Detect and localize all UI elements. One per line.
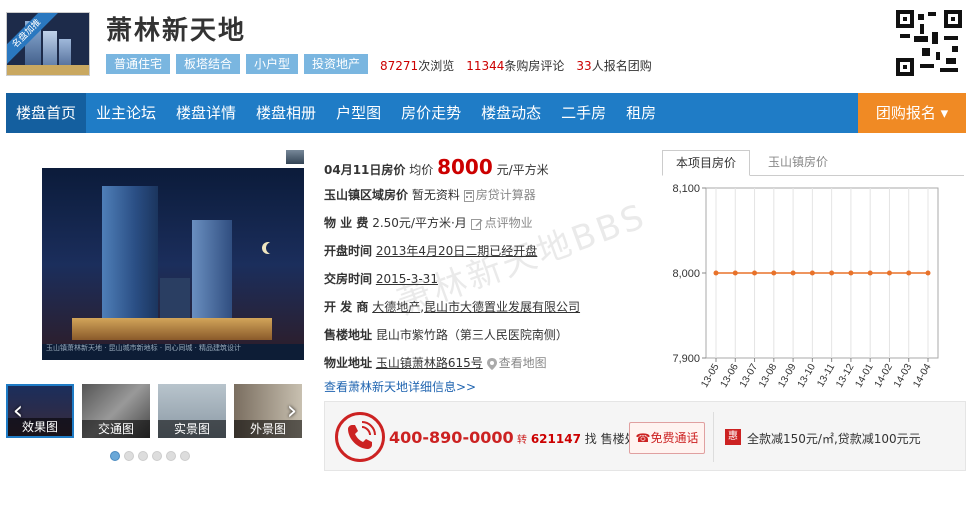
stats-bar: 87271次浏览 11344条购房评论 33人报名团购 — [380, 57, 652, 74]
data-point — [752, 270, 758, 276]
carousel-dots — [110, 451, 190, 461]
data-point — [732, 270, 738, 276]
tower — [102, 186, 158, 336]
data-point — [771, 270, 777, 276]
nav-item-price-trend[interactable]: 房价走势 — [391, 93, 471, 133]
property-address-row: 物业地址 玉山镇萧林路615号 查看地图 — [324, 356, 547, 370]
area-price-row: 玉山镇区域房价 暂无资料 房贷计算器 — [324, 188, 536, 202]
data-point — [713, 270, 719, 276]
page-title: 萧林新天地 — [106, 16, 247, 46]
nav-item-forum[interactable]: 业主论坛 — [86, 93, 166, 133]
logo-ground — [7, 65, 89, 75]
chevron-left-icon[interactable]: ‹ — [8, 398, 28, 424]
data-point — [906, 270, 912, 276]
nav-item-home[interactable]: 楼盘首页 — [6, 93, 87, 133]
moon-icon — [266, 242, 278, 254]
carousel-dot[interactable] — [110, 451, 120, 461]
sales-address-row: 售楼地址 昆山市紫竹路（第三人民医院南侧） — [324, 328, 568, 342]
edit-icon — [470, 218, 483, 230]
views-stat: 87271次浏览 — [380, 59, 455, 73]
tag[interactable]: 小户型 — [246, 54, 299, 74]
nav-item-album[interactable]: 楼盘相册 — [246, 93, 326, 133]
phone-small-icon: ☎ — [635, 431, 651, 445]
render-caption: 玉山镇萧林新天地 · 昆山城市新地标 · 同心同城 · 精品建筑设计 — [42, 344, 304, 360]
info-panel: 04月11日房价 均价 8000 元/平方米 玉山镇区域房价 暂无资料 房贷计算… — [324, 156, 644, 380]
podium — [72, 318, 272, 340]
project-logo[interactable]: 名盘加推 — [6, 12, 90, 76]
contact-bar: 400-890-0000 转 621147 找 售楼处 ☎免费通话 惠 全款减1… — [324, 401, 966, 471]
carousel-dot[interactable] — [180, 451, 190, 461]
divider — [713, 412, 714, 462]
thumbnail-strip: 效果图 交通图 实景图 外景图 ‹ › — [6, 384, 304, 440]
delivery-row: 交房时间 2015-3-31 — [324, 272, 438, 286]
tab-project-price[interactable]: 本项目房价 — [662, 150, 750, 176]
calculator-icon — [463, 189, 474, 202]
fee-row: 物 业 费 2.50元/平方米·月 点评物业 — [324, 216, 533, 230]
thumb-traffic[interactable]: 交通图 — [82, 384, 150, 438]
loan-calculator-link[interactable]: 房贷计算器 — [463, 188, 536, 202]
chevron-right-icon[interactable]: › — [282, 398, 302, 424]
tag[interactable]: 投资地产 — [304, 54, 369, 74]
tab-town-price[interactable]: 玉山镇房价 — [758, 150, 838, 176]
reviews-stat[interactable]: 11344条购房评论 — [466, 57, 564, 74]
main-render-image[interactable]: 玉山镇萧林新天地 · 昆山城市新地标 · 同心同城 · 精品建筑设计 — [6, 150, 304, 364]
render-scene — [42, 168, 304, 344]
phone-icon — [335, 412, 385, 462]
carousel-dot[interactable] — [138, 451, 148, 461]
free-call-button[interactable]: ☎免费通话 — [629, 422, 705, 454]
discount-badge-icon: 惠 — [725, 429, 741, 445]
carousel-dot[interactable] — [124, 451, 134, 461]
nav-item-rent[interactable]: 租房 — [616, 93, 666, 133]
detail-info-link[interactable]: 查看萧林新天地详细信息>> — [324, 378, 476, 395]
price-tabs: 本项目房价 玉山镇房价 — [662, 150, 964, 176]
tag-list: 普通住宅 板塔结合 小户型 投资地产 — [106, 54, 369, 74]
developer-row: 开 发 商 大德地产,昆山市大德置业发展有限公司 — [324, 300, 581, 314]
price-trend-chart: 8,1008,0007,90013-0513-0613-0713-0813-09… — [672, 183, 939, 388]
y-tick-label: 8,100 — [672, 183, 700, 195]
hotline-extension: 转 621147 找 售楼处 — [517, 432, 637, 446]
tag[interactable]: 普通住宅 — [106, 54, 171, 74]
view-map-link[interactable]: 查看地图 — [486, 356, 547, 370]
nav-item-floorplan[interactable]: 户型图 — [326, 93, 391, 133]
hotline-number: 400-890-0000 — [389, 428, 514, 447]
signups-stat[interactable]: 33人报名团购 — [576, 57, 651, 74]
review-property-link[interactable]: 点评物业 — [470, 216, 533, 230]
data-point — [848, 270, 854, 276]
nav-item-news[interactable]: 楼盘动态 — [471, 93, 551, 133]
data-point — [829, 270, 835, 276]
data-point — [809, 270, 815, 276]
y-tick-label: 8,000 — [672, 268, 700, 280]
group-buy-button[interactable]: 团购报名 ▾ — [858, 93, 966, 133]
data-point — [886, 270, 892, 276]
nav-item-details[interactable]: 楼盘详情 — [166, 93, 246, 133]
data-point — [867, 270, 873, 276]
x-tick-label: 14-04 — [911, 362, 934, 388]
nav-item-resale[interactable]: 二手房 — [551, 93, 616, 133]
y-tick-label: 7,900 — [672, 353, 700, 365]
data-point — [790, 270, 796, 276]
main-nav: 楼盘首页 业主论坛 楼盘详情 楼盘相册 户型图 房价走势 楼盘动态 二手房 租房… — [6, 93, 966, 133]
promo-text: 全款减150元/㎡,贷款减100元元 — [747, 432, 921, 446]
carousel-dot[interactable] — [166, 451, 176, 461]
map-pin-icon — [486, 357, 497, 370]
tag[interactable]: 板塔结合 — [176, 54, 241, 74]
avg-price: 8000 — [437, 155, 493, 179]
data-point — [925, 270, 931, 276]
price-row: 04月11日房价 均价 8000 元/平方米 — [324, 155, 549, 179]
open-row: 开盘时间 2013年4月20日二期已经开盘 — [324, 244, 538, 258]
mini-logo — [286, 150, 304, 164]
qr-code-icon — [896, 10, 962, 76]
carousel-dot[interactable] — [152, 451, 162, 461]
thumb-real[interactable]: 实景图 — [158, 384, 226, 438]
